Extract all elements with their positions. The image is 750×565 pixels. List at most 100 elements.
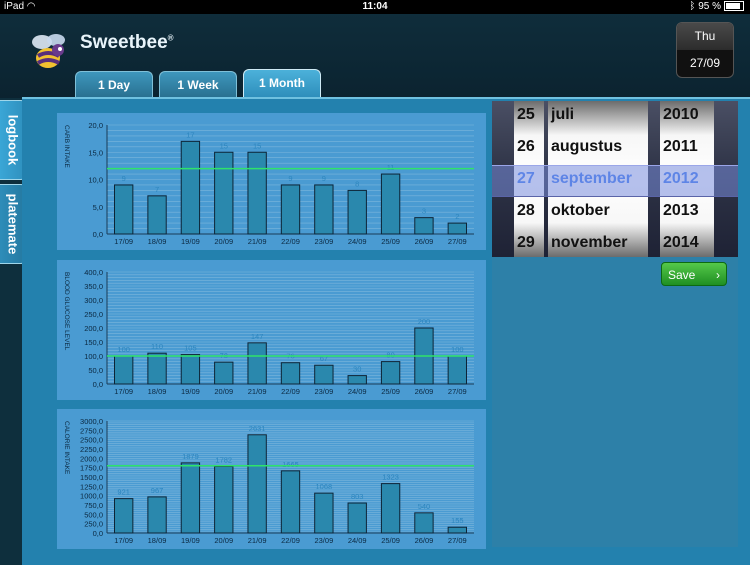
data-label: 110 [151,342,163,351]
data-label: 1068 [316,482,333,491]
bar [314,184,334,235]
y-tick-label: 1500,0 [80,473,103,482]
x-tick-label: 25/09 [381,536,400,545]
bar [214,151,234,235]
x-tick-label: 22/09 [281,536,300,545]
x-tick-label: 27/09 [448,387,467,396]
battery-indicator: ᛒ 95 % [689,1,744,12]
clock: 11:04 [362,1,388,12]
bar [314,492,334,534]
bar [180,462,201,534]
picker-days-item[interactable]: 29 [517,228,535,257]
date-label: 27/09 [689,56,721,70]
x-tick-label: 21/09 [248,387,267,396]
x-tick-label: 26/09 [415,387,434,396]
app-name: Sweetbee® [80,32,174,53]
x-tick-label: 19/09 [181,237,200,246]
data-label: 100 [451,345,464,354]
data-label: 200 [418,317,431,326]
y-tick-label: 100,0 [84,352,103,361]
save-button[interactable]: Save › [661,262,727,286]
data-label: 15 [253,141,261,150]
data-label: 155 [451,516,464,525]
picker-days-item[interactable]: 28 [517,196,535,226]
bar [247,151,267,235]
picker-years-item[interactable]: 2010 [663,101,699,130]
bar [114,498,134,534]
x-tick-label: 18/09 [148,237,167,246]
data-label: 1782 [215,455,232,464]
tab-1-month[interactable]: 1 Month [243,69,321,98]
x-tick-label: 22/09 [281,237,300,246]
y-tick-label: 0,0 [93,380,103,389]
x-tick-label: 20/09 [214,536,233,545]
bar [280,470,301,534]
y-tick-label: 50,0 [88,366,103,375]
bar [247,434,267,534]
y-tick-label: 5,0 [93,203,103,212]
data-label: 147 [251,332,264,341]
date-display[interactable]: Thu 27/09 [676,22,734,78]
x-tick-label: 20/09 [214,237,233,246]
y-tick-label: 0,0 [93,230,103,239]
data-label: 30 [353,365,361,374]
x-tick-label: 21/09 [248,536,267,545]
y-axis-label: CARB INTAKE [63,125,70,169]
x-tick-label: 27/09 [448,536,467,545]
picker-years-item[interactable]: 2014 [663,228,699,257]
blood-glucose-chart: BLOOD GLUCOSE LEVEL 0,0 50,0 100,0 150,0 200,… [57,260,486,400]
data-label: 540 [418,502,431,511]
app-header: Sweetbee® Thu 27/09 1 Day 1 Week 1 Month [0,14,750,98]
picker-years-item[interactable]: 2013 [663,196,699,226]
data-label: 803 [351,492,364,501]
picker-selection-bar [492,165,738,197]
bar [114,184,134,235]
picker-months-item[interactable]: juli [551,101,574,130]
y-tick-label: 1250,0 [80,482,103,491]
x-tick-label: 17/09 [114,536,133,545]
data-label: 9 [122,174,126,183]
data-label: 80 [386,351,394,360]
data-label: 1665 [282,460,299,469]
data-label: 7 [155,185,159,194]
data-label: 15 [220,141,228,150]
picker-months-item[interactable]: oktober [551,196,610,226]
bar [180,354,201,385]
x-tick-label: 23/09 [314,387,333,396]
y-tick-label: 150,0 [84,338,103,347]
data-label: 1323 [382,473,399,482]
y-tick-label: 3000,0 [80,417,103,426]
weekday-label: Thu [677,23,733,50]
chart-svg: BLOOD GLUCOSE LEVEL 0,0 50,0 100,0 150,0 200,… [63,268,474,396]
x-tick-label: 26/09 [415,237,434,246]
data-label: 3 [422,207,426,216]
y-tick-label: 750,0 [84,501,103,510]
x-tick-label: 18/09 [148,536,167,545]
y-axis-label: BLOOD GLUCOSE LEVEL [63,272,70,351]
y-tick-label: 20,0 [88,121,103,130]
x-tick-label: 23/09 [314,237,333,246]
data-label: 100 [117,345,130,354]
bar [347,502,367,534]
picker-years-item[interactable]: 2011 [663,132,698,162]
picker-days-item[interactable]: 25 [517,101,535,130]
bee-logo-icon [32,34,65,68]
x-tick-label: 17/09 [114,237,133,246]
picker-months-item[interactable]: augustus [551,132,622,162]
tab-1-week[interactable]: 1 Week [159,71,237,98]
data-label: 9 [322,174,326,183]
y-axis-label: CALORIE INTAKE [63,421,70,475]
tab-1-day[interactable]: 1 Day [75,71,153,98]
chart-svg: CALORIE INTAKE 0,0250,0500,0750,01000,012… [63,417,474,545]
data-label: 17 [186,130,194,139]
status-bar: iPad ◠ 11:04 ᛒ 95 % [0,0,750,14]
bar [414,217,434,235]
x-tick-label: 26/09 [415,536,434,545]
picker-days-item[interactable]: 26 [517,132,535,162]
battery-icon [724,1,744,12]
y-tick-label: 250,0 [84,520,103,529]
bar [147,352,167,385]
date-picker[interactable]: 2526272829 juliaugustusseptemberoktobern… [492,101,738,257]
picker-months-item[interactable]: november [551,228,627,257]
y-tick-label: 2250,0 [80,445,103,454]
